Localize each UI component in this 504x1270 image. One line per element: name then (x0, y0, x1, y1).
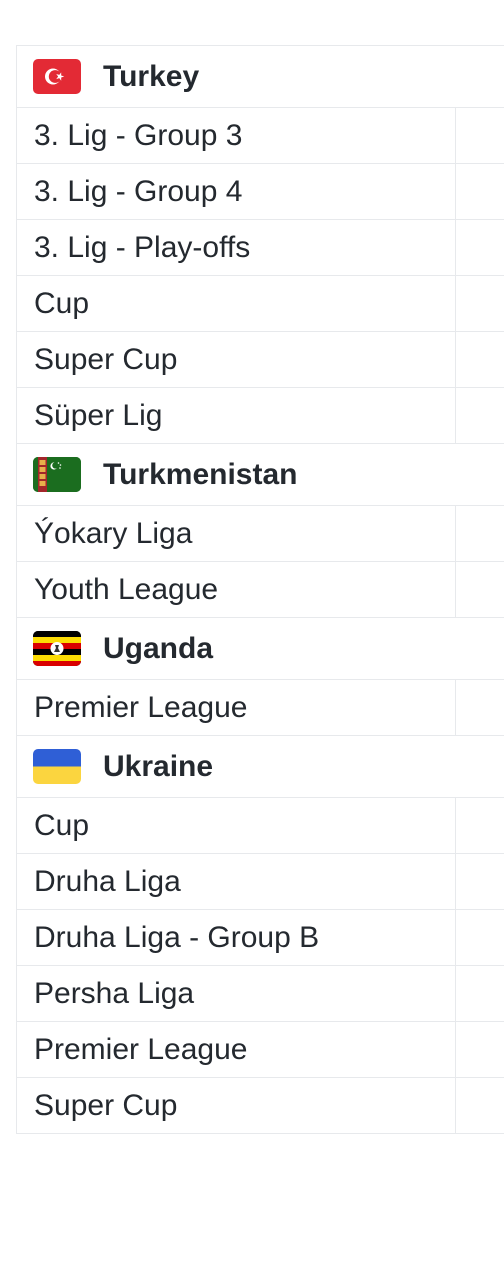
league-row[interactable]: Süper Lig (16, 387, 504, 443)
country-name: Turkey (103, 59, 200, 93)
league-name[interactable]: Druha Liga - Group B (34, 921, 319, 955)
league-row[interactable]: 3. Lig - Group 3 (16, 107, 504, 163)
country-header-ukraine: Ukraine (16, 735, 504, 797)
league-row[interactable]: Persha Liga (16, 965, 504, 1021)
ukraine-flag-icon (33, 749, 81, 784)
league-row[interactable]: 3. Lig - Play-offs (16, 219, 504, 275)
league-name[interactable]: Druha Liga (34, 865, 181, 899)
country-name: Uganda (103, 631, 214, 665)
league-name[interactable]: Premier League (34, 691, 247, 725)
league-row[interactable]: Druha Liga (16, 853, 504, 909)
turkey-flag-icon (33, 59, 81, 94)
league-row[interactable]: Cup (16, 275, 504, 331)
country-header-turkmenistan: Turkmenistan (16, 443, 504, 505)
league-row[interactable]: Super Cup (16, 331, 504, 387)
league-row[interactable]: Premier League (16, 679, 504, 735)
country-name: Turkmenistan (103, 457, 298, 491)
league-name[interactable]: Persha Liga (34, 977, 194, 1011)
country-name: Ukraine (103, 749, 214, 783)
league-name[interactable]: Cup (34, 809, 89, 843)
uganda-flag-icon (33, 631, 81, 666)
league-name[interactable]: Youth League (34, 573, 218, 607)
league-name[interactable]: Super Cup (34, 1089, 177, 1123)
league-row[interactable]: Cup (16, 797, 504, 853)
league-row[interactable]: Ýokary Liga (16, 505, 504, 561)
league-row[interactable]: Super Cup (16, 1077, 504, 1133)
league-name[interactable]: 3. Lig - Group 4 (34, 175, 242, 209)
league-row[interactable]: Youth League (16, 561, 504, 617)
league-name[interactable]: Ýokary Liga (34, 517, 192, 551)
league-name[interactable]: Süper Lig (34, 399, 162, 433)
country-header-uganda: Uganda (16, 617, 504, 679)
league-name[interactable]: 3. Lig - Play-offs (34, 231, 250, 265)
league-name[interactable]: 3. Lig - Group 3 (34, 119, 242, 153)
list-bottom-border (16, 1133, 504, 1134)
league-name[interactable]: Premier League (34, 1033, 247, 1067)
country-league-list: Turkey 3. Lig - Group 3 3. Lig - Group 4… (16, 45, 504, 1134)
league-name[interactable]: Super Cup (34, 343, 177, 377)
league-name[interactable]: Cup (34, 287, 89, 321)
league-row[interactable]: Premier League (16, 1021, 504, 1077)
country-header-turkey: Turkey (16, 45, 504, 107)
turkmenistan-flag-icon (33, 457, 81, 492)
league-row[interactable]: 3. Lig - Group 4 (16, 163, 504, 219)
league-row[interactable]: Druha Liga - Group B (16, 909, 504, 965)
